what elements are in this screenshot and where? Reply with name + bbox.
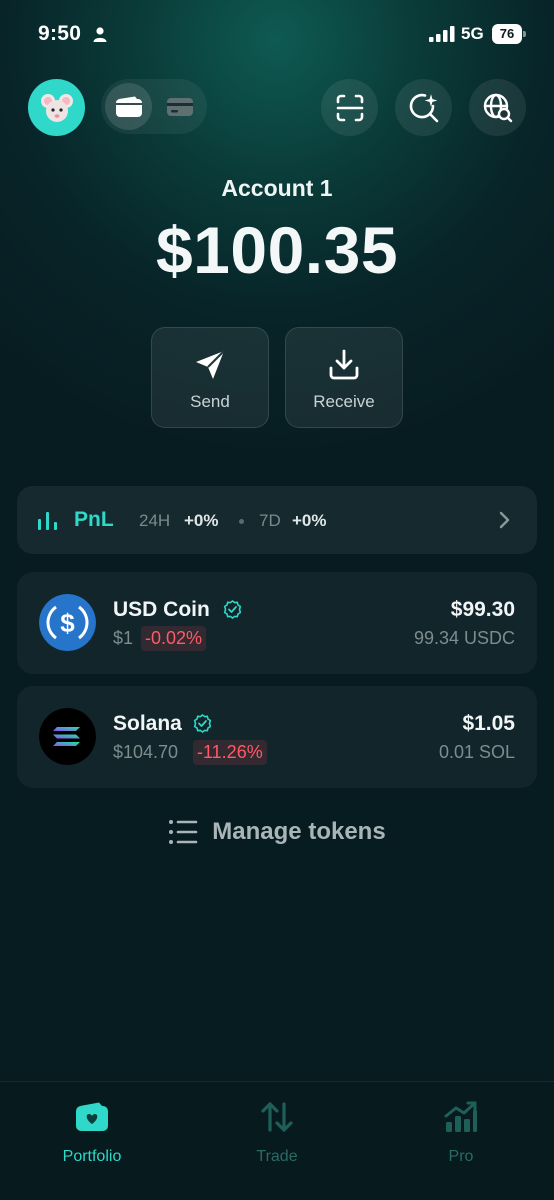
status-bar: 9:50 5G 76 — [0, 0, 554, 70]
verified-badge-icon — [223, 600, 242, 619]
solana-logo-icon — [39, 708, 96, 765]
list-icon — [169, 820, 198, 844]
explore-button[interactable] — [469, 79, 526, 136]
pnl-title: PnL — [74, 508, 114, 531]
person-icon — [93, 27, 107, 42]
token-price: $104.70 — [113, 742, 179, 762]
card-icon — [166, 97, 193, 116]
wallet-view-tab[interactable] — [105, 83, 152, 130]
pnl-24h-value: +0% — [184, 511, 219, 530]
wallet-heart-icon — [76, 1102, 108, 1131]
view-switcher[interactable] — [101, 79, 207, 134]
download-icon — [329, 349, 359, 380]
pnl-7d-value: +0% — [292, 511, 327, 530]
status-time: 9:50 — [38, 22, 82, 45]
mouse-face-icon — [40, 93, 73, 122]
bar-chart-icon — [38, 512, 57, 530]
scan-button[interactable] — [321, 79, 378, 136]
token-amount: 0.01 SOL — [438, 742, 515, 762]
token-row-sol[interactable]: Solana $104.70 -11.26% $1.05 0.01 SOL — [17, 686, 537, 788]
token-value: $99.30 — [450, 598, 515, 621]
manage-tokens-label: Manage tokens — [212, 818, 386, 845]
send-button[interactable]: Send — [151, 327, 269, 428]
nav-pro-label: Pro — [448, 1148, 474, 1165]
chart-up-icon — [444, 1101, 477, 1132]
token-change: -11.26% — [193, 740, 267, 765]
token-row-usdc[interactable]: $ USD Coin $1 -0.02% $99.30 99.34 USDC — [17, 572, 537, 674]
pnl-24h-label: 24H — [139, 511, 171, 530]
separator-dot — [239, 519, 244, 524]
nav-pro[interactable]: Pro — [396, 1098, 526, 1166]
token-price: $1 — [113, 628, 134, 648]
send-label: Send — [190, 392, 230, 411]
globe-search-icon — [483, 93, 512, 122]
send-icon — [196, 350, 225, 379]
bottom-nav: Portfolio Trade Pro — [0, 1081, 554, 1200]
token-name: Solana — [113, 712, 182, 735]
token-name: USD Coin — [113, 598, 210, 621]
manage-tokens-button[interactable]: Manage tokens — [0, 814, 554, 850]
scan-icon — [336, 94, 363, 121]
account-balance: $100.35 — [155, 213, 399, 287]
chevron-right-icon — [499, 511, 510, 529]
swap-arrows-icon — [261, 1102, 293, 1132]
nav-trade[interactable]: Trade — [212, 1098, 342, 1166]
receive-button[interactable]: Receive — [285, 327, 403, 428]
pnl-7d-label: 7D — [259, 511, 281, 530]
signal-icon — [429, 26, 455, 42]
nav-portfolio-label: Portfolio — [62, 1148, 122, 1165]
svg-text:$: $ — [60, 608, 75, 638]
wallet-icon — [115, 96, 142, 117]
nav-portfolio[interactable]: Portfolio — [27, 1098, 157, 1166]
search-sparkle-icon — [409, 93, 438, 122]
battery-icon: 76 — [492, 24, 526, 44]
nav-trade-label: Trade — [256, 1148, 298, 1165]
token-change: -0.02% — [141, 626, 207, 651]
account-name[interactable]: Account 1 — [0, 175, 554, 202]
pnl-summary[interactable]: PnL 24H +0% 7D +0% — [17, 486, 537, 554]
token-amount: 99.34 USDC — [413, 628, 515, 648]
avatar[interactable] — [28, 79, 85, 136]
network-type: 5G — [461, 24, 484, 43]
card-view-tab[interactable] — [156, 83, 203, 130]
usdc-logo-icon: $ — [39, 594, 96, 651]
search-button[interactable] — [395, 79, 452, 136]
battery-level: 76 — [492, 24, 522, 44]
token-value: $1.05 — [462, 712, 515, 735]
verified-badge-icon — [193, 714, 212, 733]
receive-label: Receive — [313, 392, 375, 411]
